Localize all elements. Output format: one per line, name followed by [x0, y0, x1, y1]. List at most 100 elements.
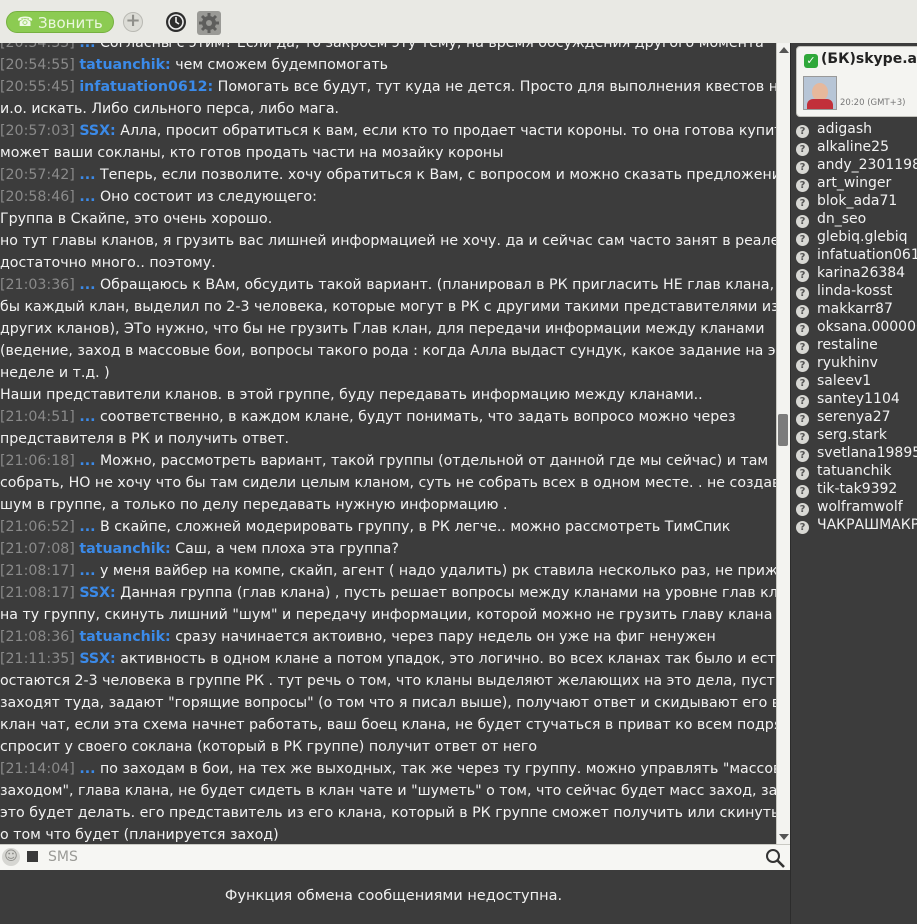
contact-item[interactable]: ? adigash	[796, 120, 917, 138]
message-text: активность в одном клане а потом упадок,…	[115, 651, 776, 667]
contact-item[interactable]: ? tik-tak9392	[796, 480, 917, 498]
contact-item[interactable]: ? tatuanchik	[796, 462, 917, 480]
message-text: Группа в Скайпе, это очень хорошо.	[0, 211, 273, 227]
add-button[interactable]: +	[123, 12, 143, 32]
unknown-status-icon: ?	[796, 287, 809, 300]
chat-message-line: других кланов), ЭТо нужно, что бы не гру…	[0, 318, 776, 340]
message-author[interactable]: ...	[79, 167, 95, 183]
chat-message-line: но тут главы кланов, я грузить вас лишне…	[0, 230, 776, 252]
contact-item[interactable]: ? karina26384	[796, 264, 917, 282]
message-timestamp: [20:54:35]	[0, 43, 75, 51]
chat-message-line: Наши представители кланов. в этой группе…	[0, 384, 776, 406]
message-text: чем сможем будемпомогать	[170, 57, 388, 73]
unknown-status-icon: ?	[796, 431, 809, 444]
contact-item[interactable]: ? santey1104	[796, 390, 917, 408]
message-author[interactable]: SSX:	[79, 585, 115, 601]
chat-message-line: представителя в РК и получить ответ.	[0, 428, 776, 450]
contact-item[interactable]: ? restaline	[796, 336, 917, 354]
message-author[interactable]: tatuanchik:	[79, 57, 170, 73]
avatar[interactable]	[803, 76, 837, 110]
contact-item[interactable]: ? serg.stark	[796, 426, 917, 444]
message-input[interactable]	[44, 847, 752, 867]
unknown-status-icon: ?	[796, 449, 809, 462]
contact-item[interactable]: ? wolframwolf	[796, 498, 917, 516]
chat-scrollbar[interactable]	[776, 43, 790, 844]
call-button[interactable]: ☎ Звонить	[6, 11, 114, 33]
chat-message-line: неделе и т.д. )	[0, 362, 776, 384]
search-icon[interactable]	[764, 847, 786, 869]
chat-message-line: [20:58:46] ... Оно состоит из следующего…	[0, 186, 776, 208]
chat-message-line: [21:14:04] ... по заходам в бои, на тех …	[0, 758, 776, 780]
contact-name: glebiq.glebiq	[817, 229, 908, 245]
message-author[interactable]: SSX:	[79, 651, 115, 667]
contact-item[interactable]: ? makkarr87	[796, 300, 917, 318]
chat-history[interactable]: [20:54:35] ... Согласны с этим? Если да,…	[0, 43, 776, 844]
message-author[interactable]: tatuanchik:	[79, 629, 170, 645]
contact-item[interactable]: ? infatuation061	[796, 246, 917, 264]
contact-name: art_winger	[817, 175, 892, 191]
group-card[interactable]: ✓ (БК)skype.and 20:20 (GMT+3)	[796, 46, 917, 117]
message-text: на ту группу, скинуть лишний "шум" и пер…	[0, 607, 773, 623]
message-timestamp: [21:08:36]	[0, 629, 75, 645]
message-author[interactable]: ...	[79, 519, 95, 535]
history-button[interactable]	[166, 12, 186, 32]
message-timestamp: [21:08:17]	[0, 585, 75, 601]
message-author[interactable]: ...	[79, 43, 95, 51]
message-author[interactable]: ...	[79, 453, 95, 469]
scroll-down-arrow-icon[interactable]	[779, 834, 789, 840]
contact-item[interactable]: ? oksana.000000	[796, 318, 917, 336]
message-text: но тут главы кланов, я грузить вас лишне…	[0, 233, 776, 249]
chat-message-line: заходом", глава клана, не будет сидеть в…	[0, 780, 776, 802]
unknown-status-icon: ?	[796, 215, 809, 228]
contact-item[interactable]: ? ryukhinv	[796, 354, 917, 372]
message-text: бы каждый клан, выделил по 2-3 человека,…	[0, 299, 776, 315]
contact-item[interactable]: ? alkaline25	[796, 138, 917, 156]
unknown-status-icon: ?	[796, 125, 809, 138]
chat-message-line: [21:04:51] ... соответственно, в каждом …	[0, 406, 776, 428]
contact-name: saleev1	[817, 373, 872, 389]
message-text: Оно состоит из следующего:	[95, 189, 317, 205]
message-text: шум в группе, а только по делу передават…	[0, 497, 508, 513]
message-author[interactable]: ...	[79, 563, 95, 579]
message-author[interactable]: ...	[79, 277, 95, 293]
chat-message-line: и.о. искать. Либо сильного перса, либо м…	[0, 98, 776, 120]
message-author[interactable]: infatuation0612:	[79, 79, 213, 95]
message-author[interactable]: tatuanchik:	[79, 541, 170, 557]
settings-button[interactable]	[197, 11, 221, 35]
chat-message-line: [20:55:45] infatuation0612: Помогать все…	[0, 76, 776, 98]
contact-item[interactable]: ? saleev1	[796, 372, 917, 390]
message-text: Саш, а чем плоха эта группа?	[170, 541, 399, 557]
contact-item[interactable]: ? andy_2301198	[796, 156, 917, 174]
plus-icon: +	[125, 10, 141, 31]
contact-item[interactable]: ? dn_seo	[796, 210, 917, 228]
message-author[interactable]: ...	[79, 761, 95, 777]
chat-message-line: [21:03:36] ... Обращаюсь к ВАм, обсудить…	[0, 274, 776, 296]
sms-toggle-icon[interactable]	[27, 851, 38, 862]
contact-item[interactable]: ? glebiq.glebiq	[796, 228, 917, 246]
message-author[interactable]: ...	[79, 189, 95, 205]
chat-message-line: может ваши сокланы, кто готов продать ча…	[0, 142, 776, 164]
online-check-icon: ✓	[804, 54, 818, 68]
message-text: собрать, НО не хочу что бы там сидели це…	[0, 475, 776, 491]
message-author[interactable]: ...	[79, 409, 95, 425]
contact-item[interactable]: ? svetlana19895	[796, 444, 917, 462]
message-timestamp: [20:58:46]	[0, 189, 75, 205]
chat-message-line: [21:08:17] ... у меня вайбер на компе, с…	[0, 560, 776, 582]
contact-item[interactable]: ? linda-kosst	[796, 282, 917, 300]
contact-item[interactable]: ? serenya27	[796, 408, 917, 426]
chat-message-line: шум в группе, а только по делу передават…	[0, 494, 776, 516]
contact-name: andy_2301198	[817, 157, 917, 173]
status-bar: Функция обмена сообщениями недоступна.	[0, 870, 790, 924]
contact-item[interactable]: ? art_winger	[796, 174, 917, 192]
message-author[interactable]: SSX:	[79, 123, 115, 139]
chat-message-line: Группа в Скайпе, это очень хорошо.	[0, 208, 776, 230]
message-text: у меня вайбер на компе, скайп, агент ( н…	[95, 563, 776, 579]
emoticon-icon[interactable]: ☺	[2, 848, 20, 866]
message-text: Теперь, если позволите. хочу обратиться …	[95, 167, 776, 183]
scroll-thumb[interactable]	[778, 414, 788, 446]
scroll-up-arrow-icon[interactable]	[779, 47, 789, 53]
contact-item[interactable]: ? ЧАКРАШМАКР	[796, 516, 917, 534]
contact-name: ryukhinv	[817, 355, 878, 371]
contact-item[interactable]: ? blok_ada71	[796, 192, 917, 210]
chat-message-line: [21:06:18] ... Можно, рассмотреть вариан…	[0, 450, 776, 472]
